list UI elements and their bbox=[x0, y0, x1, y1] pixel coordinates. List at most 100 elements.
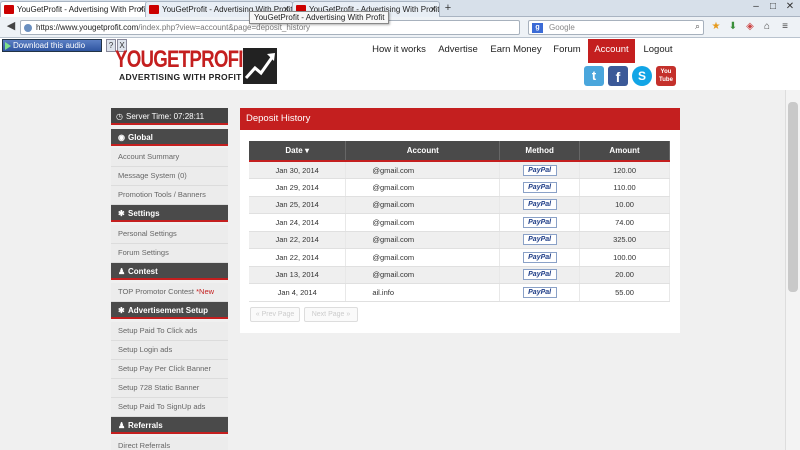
search-input[interactable]: g Google ⌕ bbox=[528, 20, 704, 35]
nav-logout[interactable]: Logout bbox=[638, 39, 678, 63]
window-close-button[interactable]: ✕ bbox=[782, 0, 798, 14]
tab-tooltip: YouGetProfit - Advertising With Profit bbox=[249, 11, 390, 24]
gear-icon: ✱ bbox=[118, 306, 125, 315]
facebook-icon[interactable]: f bbox=[608, 66, 628, 86]
deposit-history-panel: Deposit History Date ▾ Account Method Am… bbox=[240, 108, 680, 333]
sidebar-item-message-system[interactable]: Message System (0) bbox=[111, 167, 228, 186]
sidebar-item-personal-settings[interactable]: Personal Settings bbox=[111, 225, 228, 244]
nav-forum[interactable]: Forum bbox=[549, 39, 585, 63]
users-icon: ♟ bbox=[118, 267, 126, 276]
section-advertisement-setup: ✱ Advertisement Setup bbox=[111, 302, 228, 319]
new-badge: *New bbox=[196, 287, 215, 296]
sidebar-item-promotion-tools[interactable]: Promotion Tools / Banners bbox=[111, 186, 228, 205]
panel-title: Deposit History bbox=[240, 108, 680, 130]
paypal-logo-icon: PayPal bbox=[522, 269, 557, 281]
table-header-row: Date ▾ Account Method Amount bbox=[249, 141, 670, 162]
cell-method: PayPal bbox=[499, 266, 581, 284]
sidebar-item-direct-referrals[interactable]: Direct Referrals bbox=[111, 437, 228, 450]
youtube-icon[interactable]: You Tube bbox=[656, 66, 676, 86]
cell-date: Jan 29, 2014 bbox=[249, 178, 347, 197]
cell-amount: 10.00 bbox=[579, 196, 670, 214]
sidebar-item-setup-728-banner[interactable]: Setup 728 Static Banner bbox=[111, 379, 228, 398]
cell-method: PayPal bbox=[499, 196, 581, 214]
sidebar-item-setup-login-ads[interactable]: Setup Login ads bbox=[111, 341, 228, 360]
cell-account: @gmail.com bbox=[345, 248, 501, 267]
column-header-amount: Amount bbox=[579, 141, 670, 162]
site-favicon-icon bbox=[149, 5, 159, 14]
paypal-logo-icon: PayPal bbox=[522, 164, 557, 176]
youtube-icon-top: You bbox=[660, 69, 672, 75]
cell-account: @gmail.com bbox=[345, 231, 501, 249]
search-placeholder: Google bbox=[549, 23, 575, 32]
sidebar-item-forum-settings[interactable]: Forum Settings bbox=[111, 244, 228, 263]
sidebar-item-setup-signup-ads[interactable]: Setup Paid To SignUp ads bbox=[111, 398, 228, 417]
url-path: /index.php?view=account&page=deposit_his… bbox=[138, 23, 310, 32]
url-host: https://www.yougetprofit.com bbox=[36, 23, 139, 32]
cell-date: Jan 22, 2014 bbox=[249, 248, 347, 267]
google-icon: g bbox=[532, 23, 543, 33]
tab-close-icon[interactable]: × bbox=[431, 4, 436, 14]
cell-account: ail.info bbox=[345, 283, 501, 302]
scrollbar-thumb[interactable] bbox=[788, 102, 798, 292]
globe-icon: ◉ bbox=[118, 133, 125, 142]
clock-icon: ◷ bbox=[116, 112, 123, 121]
menu-icon[interactable]: ≡ bbox=[778, 20, 792, 34]
table-row: Jan 25, 2014 @gmail.com PayPal 10.00 bbox=[249, 196, 670, 214]
cell-date: Jan 13, 2014 bbox=[249, 266, 347, 284]
back-arrow-icon[interactable]: ◀ bbox=[4, 20, 18, 34]
site-logo[interactable]: YOUGETPROFIT ADVERTISING WITH PROFIT bbox=[115, 46, 277, 88]
addon-icon[interactable]: ◈ bbox=[743, 20, 757, 34]
next-page-button[interactable]: Next Page » bbox=[304, 307, 358, 322]
table-row: Jan 4, 2014 ail.info PayPal 55.00 bbox=[249, 283, 670, 302]
cell-date: Jan 22, 2014 bbox=[249, 231, 347, 249]
sidebar-item-setup-ptc-ads[interactable]: Setup Paid To Click ads bbox=[111, 322, 228, 341]
cell-amount: 20.00 bbox=[579, 266, 670, 284]
window-maximize-button[interactable]: □ bbox=[765, 0, 781, 14]
window-minimize-button[interactable]: – bbox=[748, 0, 764, 14]
site-favicon-icon bbox=[4, 5, 14, 14]
sidebar-item-top-promotor-contest[interactable]: TOP Promotor Contest *New bbox=[111, 283, 228, 302]
download-audio-button[interactable]: Download this audio bbox=[2, 39, 102, 52]
page-scrollbar[interactable] bbox=[785, 90, 800, 450]
cell-method: PayPal bbox=[499, 231, 581, 249]
download-arrow-icon[interactable]: ⬇ bbox=[726, 20, 740, 34]
logo-chart-icon bbox=[243, 48, 277, 84]
sidebar-item-account-summary[interactable]: Account Summary bbox=[111, 148, 228, 167]
nav-how-it-works[interactable]: How it works bbox=[368, 39, 430, 63]
table-row: Jan 29, 2014 @gmail.com PayPal 110.00 bbox=[249, 178, 670, 197]
tab-close-icon[interactable]: × bbox=[139, 4, 144, 14]
section-title: Contest bbox=[128, 267, 158, 276]
cell-method: PayPal bbox=[499, 213, 581, 232]
cell-account: @gmail.com bbox=[345, 196, 501, 214]
new-tab-button[interactable]: + bbox=[441, 2, 455, 15]
skype-icon[interactable]: S bbox=[632, 66, 652, 86]
section-contest: ♟ Contest bbox=[111, 263, 228, 280]
column-header-date[interactable]: Date ▾ bbox=[249, 141, 347, 162]
home-icon[interactable]: ⌂ bbox=[760, 20, 774, 34]
cell-amount: 325.00 bbox=[579, 231, 670, 249]
nav-earn-money[interactable]: Earn Money bbox=[488, 39, 544, 63]
tab-title: YouGetProfit - Advertising With Profit bbox=[17, 5, 148, 14]
logo-text: YOUGETPROFIT bbox=[115, 46, 254, 73]
twitter-icon[interactable]: t bbox=[584, 66, 604, 86]
cell-method: PayPal bbox=[499, 161, 581, 179]
gear-icon: ✱ bbox=[118, 209, 125, 218]
bookmark-star-icon[interactable]: ★ bbox=[709, 20, 723, 34]
search-icon[interactable]: ⌕ bbox=[695, 21, 700, 32]
section-title: Global bbox=[128, 133, 153, 142]
sidebar-item-setup-ppc-banner[interactable]: Setup Pay Per Click Banner bbox=[111, 360, 228, 379]
column-header-method: Method bbox=[499, 141, 581, 162]
paypal-logo-icon: PayPal bbox=[522, 251, 557, 263]
cell-method: PayPal bbox=[499, 178, 581, 197]
section-referrals: ♟ Referrals bbox=[111, 417, 228, 434]
nav-advertise[interactable]: Advertise bbox=[434, 39, 482, 63]
paypal-logo-icon: PayPal bbox=[522, 216, 557, 228]
browser-tab-bar: YouGetProfit - Advertising With Profit ×… bbox=[0, 0, 800, 18]
cell-date: Jan 25, 2014 bbox=[249, 196, 347, 214]
browser-tab[interactable]: YouGetProfit - Advertising With Profit × bbox=[0, 1, 148, 18]
table-row: Jan 22, 2014 @gmail.com PayPal 325.00 bbox=[249, 231, 670, 249]
cell-amount: 120.00 bbox=[579, 161, 670, 179]
download-audio-label: Download this audio bbox=[13, 41, 86, 50]
nav-account[interactable]: Account bbox=[588, 39, 635, 63]
prev-page-button[interactable]: « Prev Page bbox=[250, 307, 300, 322]
